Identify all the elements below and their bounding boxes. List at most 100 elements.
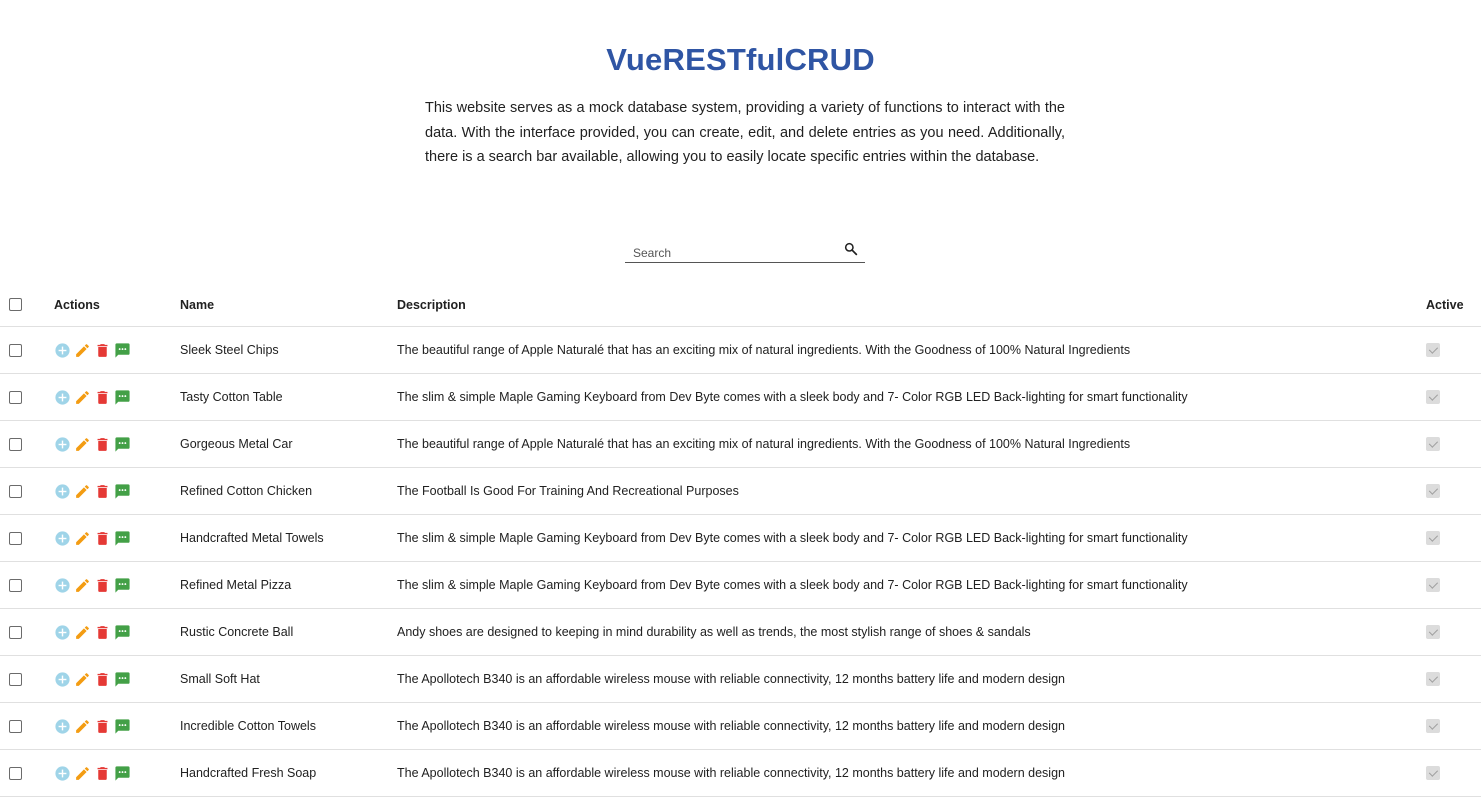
row-name: Refined Metal Pizza [180, 578, 292, 592]
row-active-cell [1426, 374, 1440, 420]
row-select-checkbox[interactable] [9, 437, 22, 451]
table-row[interactable]: Refined Cotton Chicken The Football Is Go… [0, 468, 1481, 515]
row-select-checkbox[interactable] [9, 625, 22, 639]
row-name: Rustic Concrete Ball [180, 625, 294, 639]
pencil-icon[interactable] [74, 577, 91, 594]
row-name: Refined Cotton Chicken [180, 484, 313, 498]
column-header-description[interactable]: Description [397, 283, 466, 326]
trash-icon[interactable] [94, 671, 111, 688]
trash-icon[interactable] [94, 389, 111, 406]
row-description: The slim & simple Maple Gaming Keyboard … [397, 390, 1188, 404]
row-select-checkbox[interactable] [9, 484, 22, 498]
select-all-checkbox[interactable] [9, 298, 22, 311]
comment-icon[interactable] [114, 342, 131, 359]
table-row[interactable]: Gorgeous Metal Car The beautiful range of… [0, 421, 1481, 468]
add-circle-icon[interactable] [54, 671, 71, 688]
add-circle-icon[interactable] [54, 436, 71, 453]
trash-icon[interactable] [94, 530, 111, 547]
table-row[interactable]: Rustic Concrete Ball Andy shoes are desig… [0, 609, 1481, 656]
table-row[interactable]: Sleek Steel Chips The beautiful range of … [0, 327, 1481, 374]
comment-icon[interactable] [114, 671, 131, 688]
row-select-checkbox[interactable] [9, 766, 22, 780]
add-circle-icon[interactable] [54, 483, 71, 500]
row-active-cell [1426, 562, 1440, 608]
row-description: Andy shoes are designed to keeping in mi… [397, 625, 1031, 639]
row-name: Sleek Steel Chips [180, 343, 279, 357]
row-actions [54, 750, 131, 796]
comment-icon[interactable] [114, 718, 131, 735]
comment-icon[interactable] [114, 389, 131, 406]
row-select-checkbox[interactable] [9, 531, 22, 545]
row-select-checkbox[interactable] [9, 672, 22, 686]
trash-icon[interactable] [94, 765, 111, 782]
table-row[interactable] [0, 797, 1481, 811]
trash-icon[interactable] [94, 718, 111, 735]
add-circle-icon[interactable] [54, 577, 71, 594]
row-description: The slim & simple Maple Gaming Keyboard … [397, 531, 1188, 545]
trash-icon[interactable] [94, 577, 111, 594]
table-row[interactable]: Tasty Cotton Table The slim & simple Mapl… [0, 374, 1481, 421]
search-bar [625, 236, 865, 263]
add-circle-icon[interactable] [54, 342, 71, 359]
trash-icon[interactable] [94, 436, 111, 453]
row-description: The Football Is Good For Training And Re… [397, 484, 739, 498]
pencil-icon[interactable] [74, 718, 91, 735]
row-select-cell [9, 609, 22, 655]
comment-icon[interactable] [114, 436, 131, 453]
row-select-checkbox[interactable] [9, 719, 22, 733]
row-active-cell [1426, 327, 1440, 373]
intro-text: This website serves as a mock database s… [425, 100, 1065, 165]
active-checkbox [1426, 437, 1440, 451]
search-icon[interactable] [843, 241, 859, 257]
trash-icon[interactable] [94, 483, 111, 500]
pencil-icon[interactable] [74, 389, 91, 406]
row-select-checkbox[interactable] [9, 343, 22, 357]
row-description: The beautiful range of Apple Naturalé th… [397, 343, 1131, 357]
row-name: Tasty Cotton Table [180, 390, 283, 404]
table-row[interactable]: Small Soft Hat The Apollotech B340 is an … [0, 656, 1481, 703]
add-circle-icon[interactable] [54, 389, 71, 406]
table-row[interactable]: Refined Metal Pizza The slim & simple Map… [0, 562, 1481, 609]
row-select-cell [9, 562, 22, 608]
row-active-cell [1426, 421, 1440, 467]
search-input[interactable] [633, 245, 833, 261]
row-select-checkbox[interactable] [9, 390, 22, 404]
row-actions [54, 656, 131, 702]
comment-icon[interactable] [114, 577, 131, 594]
pencil-icon[interactable] [74, 436, 91, 453]
active-checkbox [1426, 719, 1440, 733]
row-active-cell [1426, 750, 1440, 796]
trash-icon[interactable] [94, 624, 111, 641]
row-active-cell [1426, 797, 1440, 811]
add-circle-icon[interactable] [54, 765, 71, 782]
app-title: VueRESTfulCRUD [606, 42, 875, 77]
add-circle-icon[interactable] [54, 530, 71, 547]
table-row[interactable]: Handcrafted Fresh Soap The Apollotech B34… [0, 750, 1481, 797]
page: VueRESTfulCRUD This website serves as a … [0, 0, 1481, 811]
row-active-cell [1426, 468, 1440, 514]
row-active-cell [1426, 609, 1440, 655]
table-row[interactable]: Incredible Cotton Towels The Apollotech B… [0, 703, 1481, 750]
pencil-icon[interactable] [74, 342, 91, 359]
add-circle-icon[interactable] [54, 624, 71, 641]
row-actions [54, 515, 131, 561]
trash-icon[interactable] [94, 342, 111, 359]
row-select-checkbox[interactable] [9, 578, 22, 592]
column-header-active[interactable]: Active [1426, 283, 1464, 326]
pencil-icon[interactable] [74, 671, 91, 688]
row-select-cell [9, 703, 22, 749]
pencil-icon[interactable] [74, 765, 91, 782]
pencil-icon[interactable] [74, 624, 91, 641]
active-checkbox [1426, 531, 1440, 545]
comment-icon[interactable] [114, 624, 131, 641]
comment-icon[interactable] [114, 765, 131, 782]
row-actions [54, 468, 131, 514]
pencil-icon[interactable] [74, 530, 91, 547]
row-select-cell [9, 515, 22, 561]
pencil-icon[interactable] [74, 483, 91, 500]
comment-icon[interactable] [114, 483, 131, 500]
comment-icon[interactable] [114, 530, 131, 547]
add-circle-icon[interactable] [54, 718, 71, 735]
table-row[interactable]: Handcrafted Metal Towels The slim & simpl… [0, 515, 1481, 562]
column-header-name[interactable]: Name [180, 283, 214, 326]
